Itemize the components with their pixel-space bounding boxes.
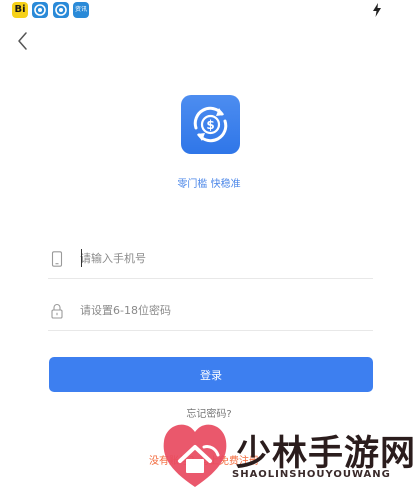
text-cursor	[81, 249, 82, 267]
sync-app-icon	[32, 2, 48, 18]
charging-bolt-icon	[373, 3, 381, 17]
watermark-subtitle: SHAOLINSHOUYOUWANG	[232, 469, 391, 480]
phone-icon	[51, 251, 63, 267]
lock-icon	[51, 304, 63, 319]
watermark-heart-house-logo	[163, 424, 227, 487]
status-bar: Bi 资讯	[0, 0, 418, 22]
phone-input[interactable]	[80, 247, 360, 269]
back-button[interactable]	[12, 28, 36, 54]
bi-app-icon: Bi	[12, 2, 28, 18]
dollar-exchange-icon: $	[193, 106, 228, 143]
svg-text:$: $	[206, 118, 214, 132]
app-slogan: 零门槛 快稳准	[177, 179, 241, 190]
password-input[interactable]	[80, 299, 360, 321]
news-app-icon: 资讯	[73, 2, 89, 18]
password-field	[48, 290, 373, 331]
login-button[interactable]: 登录	[49, 357, 373, 392]
chevron-left-icon	[18, 32, 27, 50]
app-logo: $	[181, 95, 240, 154]
phone-field	[48, 238, 373, 279]
site-watermark: 少林手游网 SHAOLINSHOUYOUWANG	[160, 417, 418, 500]
sync-app-icon-2	[53, 2, 69, 18]
